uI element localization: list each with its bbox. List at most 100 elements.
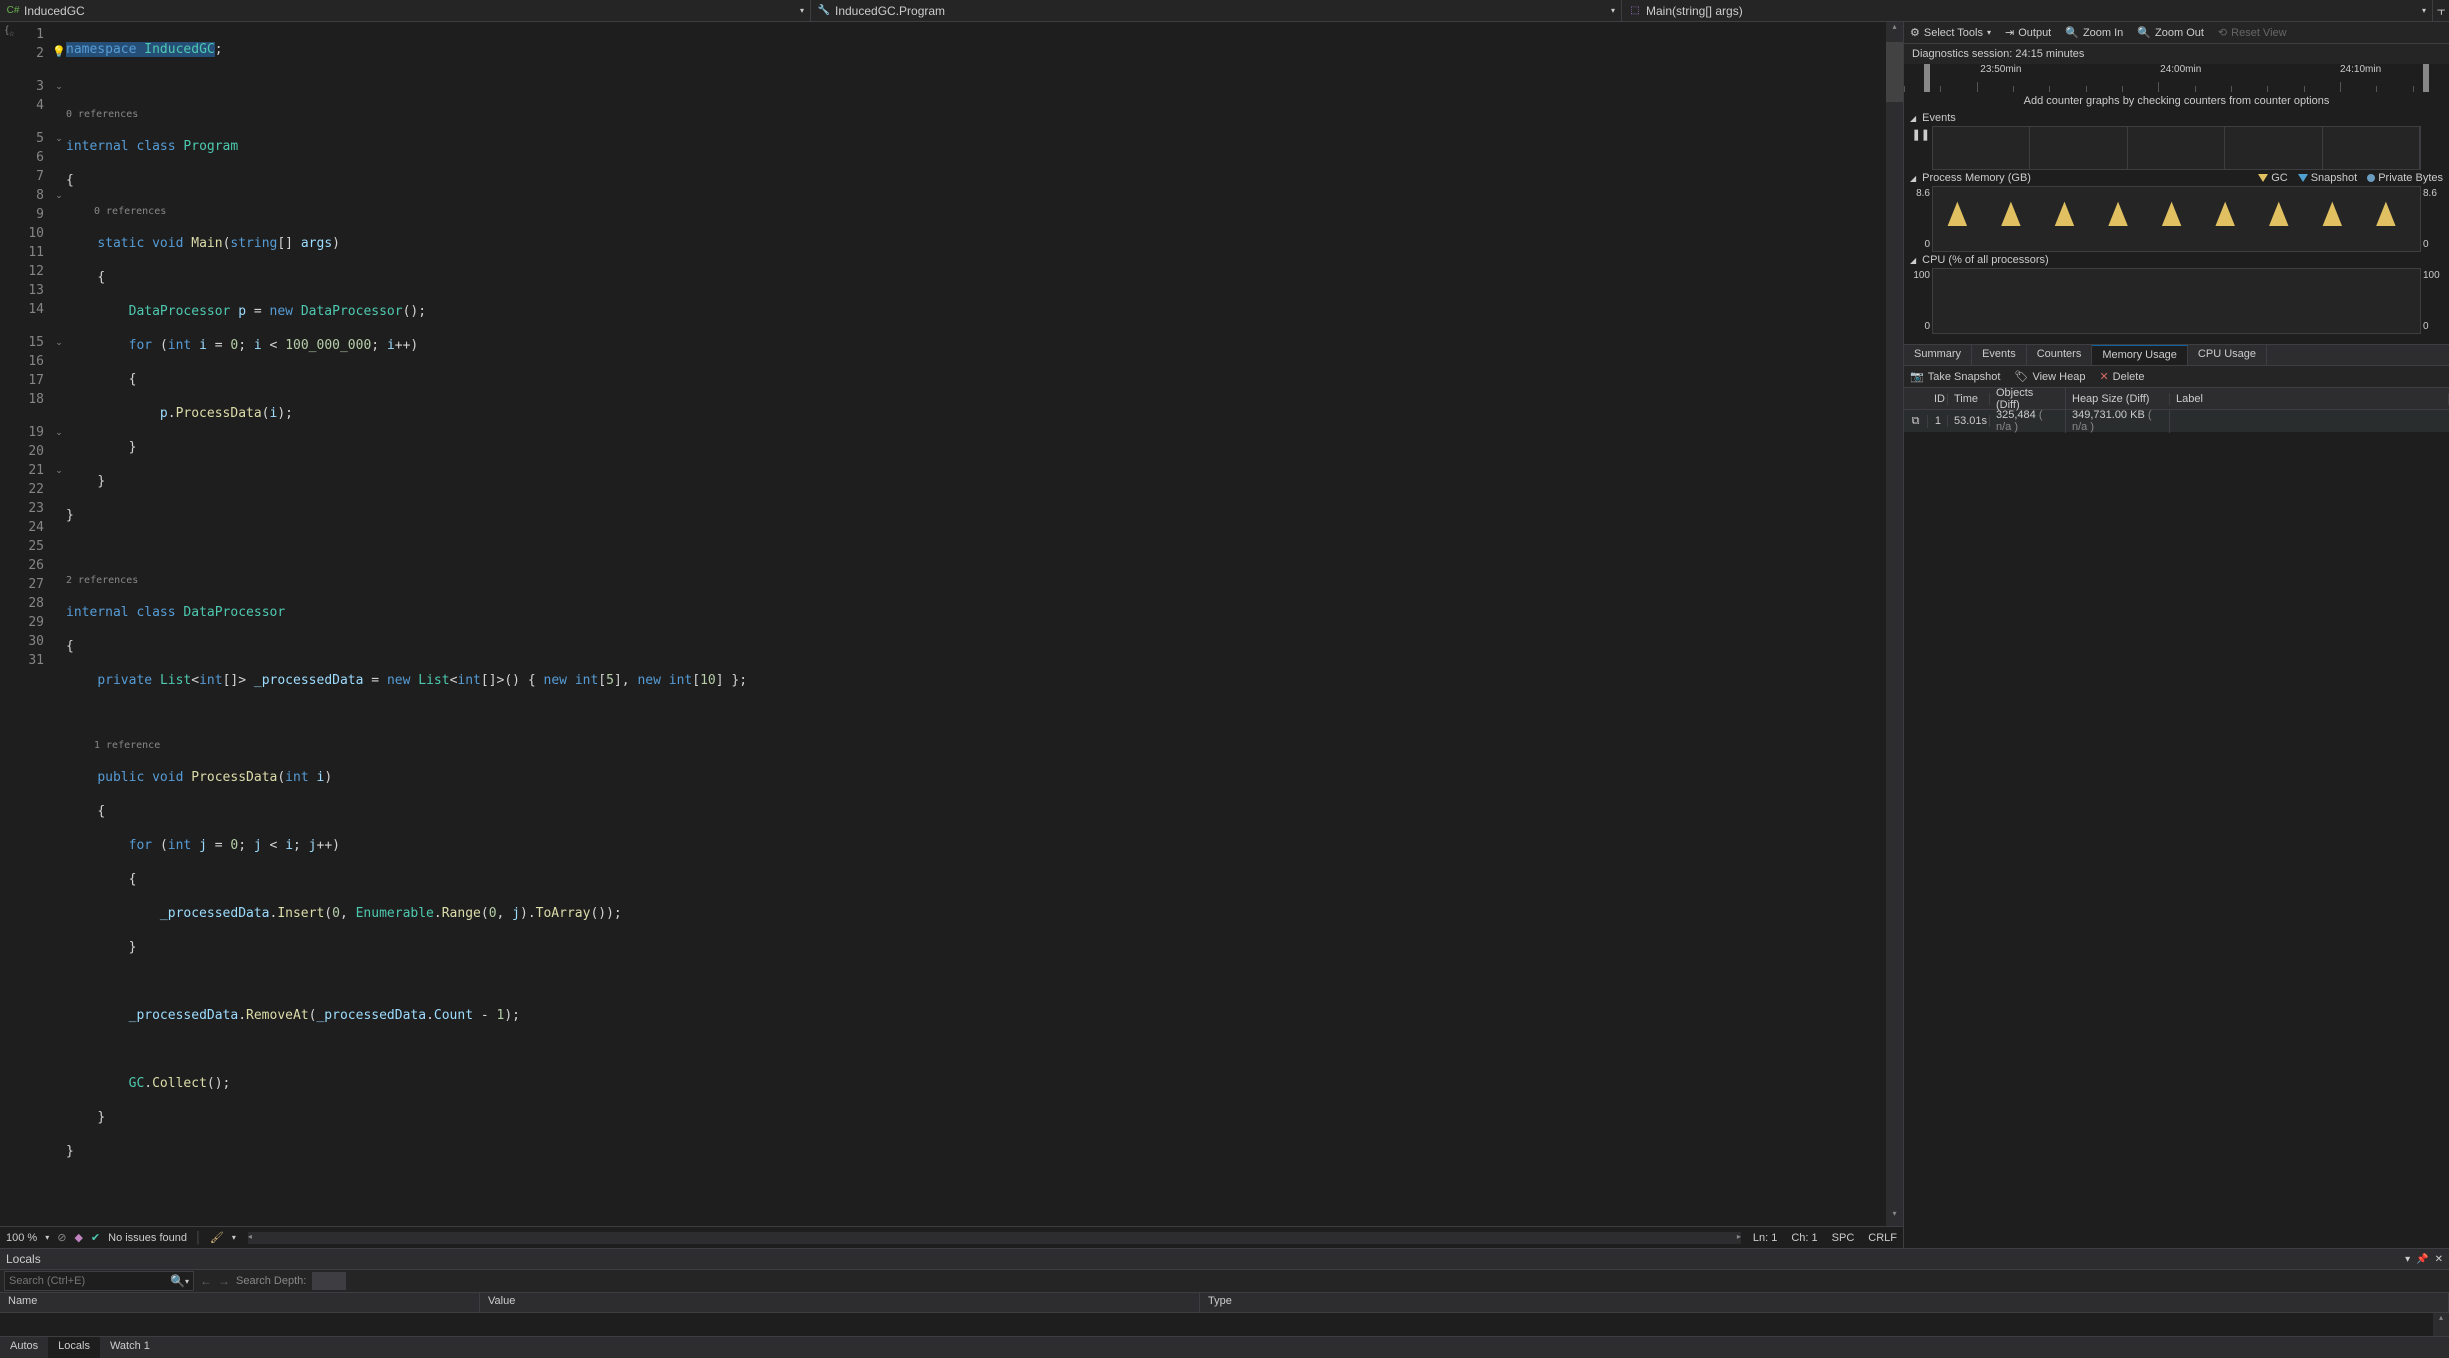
scope-dropdown-method[interactable]: ⬚ Main(string[] args) ▾ — [1622, 0, 2433, 21]
events-graph[interactable] — [1932, 126, 2421, 170]
col-objects[interactable]: Objects (Diff) — [1990, 387, 2066, 411]
locals-title-text: Locals — [6, 1252, 41, 1266]
cpu-ymax: 100 — [1908, 270, 1930, 281]
lightbulb-icon[interactable]: 💡 — [52, 42, 66, 61]
snapshot-heap: 349,731.00 KB ( n/a ) — [2066, 409, 2170, 433]
csharp-file-icon: C# — [6, 4, 20, 18]
scope-dropdown-project[interactable]: C# InducedGC ▾ — [0, 0, 811, 21]
locals-search-bar: 🔍 ▾ ← → Search Depth: — [0, 1269, 2449, 1293]
reset-view-button: ⟲ Reset View — [2218, 26, 2287, 39]
search-field[interactable] — [9, 1275, 170, 1287]
memory-graph[interactable] — [1932, 186, 2421, 252]
delete-icon: ✕ — [2099, 370, 2108, 383]
scope-class-text: InducedGC.Program — [835, 4, 945, 18]
locals-body: ▴ — [0, 1313, 2449, 1336]
snapshot-id: 1 — [1928, 415, 1948, 427]
zoom-level[interactable]: 100 % — [6, 1232, 37, 1244]
editor-nav-bar: C# InducedGC ▾ 🔧 InducedGC.Program ▾ ⬚ M… — [0, 0, 2449, 22]
diagnostics-pane: ⚙ Select Tools ▾ ⇥ Output 🔍 Zoom In 🔍 Zo… — [1904, 22, 2449, 1248]
scope-project-text: InducedGC — [24, 4, 85, 18]
tab-watch1[interactable]: Watch 1 — [100, 1337, 160, 1358]
mem-ymin-r: 0 — [2423, 239, 2445, 250]
namespace-brace-icon: {☆ — [0, 25, 20, 38]
line-ending[interactable]: CRLF — [1868, 1232, 1897, 1244]
close-icon[interactable]: ✕ — [2435, 1254, 2443, 1265]
chevron-down-icon[interactable]: ▾ — [185, 1277, 189, 1286]
pause-icon[interactable]: ❚❚ — [1908, 128, 1930, 141]
zoom-out-button[interactable]: 🔍 Zoom Out — [2137, 26, 2204, 39]
check-icon: ✔ — [91, 1231, 100, 1244]
collapse-icon[interactable]: ◢ — [1910, 256, 1916, 265]
scope-dropdown-class[interactable]: 🔧 InducedGC.Program ▾ — [811, 0, 1622, 21]
indent-mode[interactable]: SPC — [1832, 1232, 1855, 1244]
zoom-in-icon: 🔍 — [2065, 26, 2079, 39]
code-content[interactable]: 💡namespace InducedGC; 0 references inter… — [66, 22, 1886, 1226]
tab-summary[interactable]: Summary — [1904, 345, 1972, 365]
timeline-tick-label: 24:00min — [2160, 64, 2201, 75]
select-tools-button[interactable]: ⚙ Select Tools ▾ — [1910, 26, 1991, 39]
tab-locals[interactable]: Locals — [48, 1337, 100, 1358]
heap-icon: 🏷 — [2014, 370, 2028, 383]
counter-hint-text: Add counter graphs by checking counters … — [1904, 92, 2449, 110]
timeline-tick-label: 23:50min — [1980, 64, 2021, 75]
cursor-line[interactable]: Ln: 1 — [1753, 1232, 1777, 1244]
editor-horizontal-scrollbar[interactable]: ◂ ▸ — [248, 1232, 1741, 1244]
search-depth-label: Search Depth: — [236, 1275, 306, 1287]
locals-panel: Locals ▾ 📌 ✕ 🔍 ▾ ← → Search Depth: Name … — [0, 1248, 2449, 1336]
zoom-in-button[interactable]: 🔍 Zoom In — [2065, 26, 2123, 39]
window-position-icon[interactable]: ▾ — [2405, 1254, 2410, 1265]
mem-ymax-r: 8.6 — [2423, 188, 2445, 199]
delete-button[interactable]: ✕ Delete — [2099, 370, 2144, 383]
timeline-tick-label: 24:10min — [2340, 64, 2381, 75]
col-name[interactable]: Name — [0, 1293, 480, 1312]
pin-icon[interactable]: 📌 — [2416, 1254, 2428, 1265]
codelens-references[interactable]: 0 references — [66, 205, 1886, 219]
diagnostics-tabs: Summary Events Counters Memory Usage CPU… — [1904, 344, 2449, 366]
col-id[interactable]: ID — [1928, 393, 1948, 405]
collapse-icon[interactable]: ◢ — [1910, 114, 1916, 123]
col-value[interactable]: Value — [480, 1293, 1200, 1312]
output-button[interactable]: ⇥ Output — [2005, 26, 2051, 39]
code-editor-pane: {☆ 1 2 3 4 5 6 7 8 9 10 11 12 13 14 15 — [0, 22, 1904, 1248]
search-icon[interactable]: 🔍 — [170, 1274, 185, 1288]
codelens-references[interactable]: 1 reference — [66, 739, 1886, 753]
col-label[interactable]: Label — [2170, 393, 2449, 405]
codelens-references[interactable]: 0 references — [66, 108, 1886, 122]
collapse-icon[interactable]: ◢ — [1910, 174, 1916, 183]
snapshot-row[interactable]: ⧉ 1 53.01s 325,484 ( n/a ) 349,731.00 KB… — [1904, 410, 2449, 432]
legend-snapshot: Snapshot — [2298, 172, 2357, 184]
zoom-dropdown-icon[interactable]: ▾ — [45, 1233, 49, 1242]
editor-vertical-scrollbar[interactable]: ▴ ▾ — [1886, 22, 1903, 1226]
cursor-char[interactable]: Ch: 1 — [1791, 1232, 1817, 1244]
health-indicator-icon[interactable]: ◆ — [74, 1231, 82, 1244]
col-time[interactable]: Time — [1948, 393, 1990, 405]
cpu-ymin: 0 — [1908, 321, 1930, 332]
code-editor[interactable]: {☆ 1 2 3 4 5 6 7 8 9 10 11 12 13 14 15 — [0, 22, 1903, 1226]
locals-scrollbar[interactable]: ▴ — [2433, 1313, 2449, 1336]
cleanup-icon[interactable]: 🖌 — [210, 1231, 224, 1244]
search-depth-combo[interactable] — [312, 1272, 346, 1290]
locals-search-input[interactable]: 🔍 ▾ — [4, 1271, 194, 1291]
split-editor-button[interactable]: ⫟ — [2433, 2, 2449, 19]
diagnostics-timeline[interactable]: 23:50min 24:00min 24:10min — [1904, 64, 2449, 92]
cpu-ymin-r: 0 — [2423, 321, 2445, 332]
tab-memory-usage[interactable]: Memory Usage — [2092, 345, 2188, 365]
view-heap-button[interactable]: 🏷 View Heap — [2014, 370, 2085, 383]
issues-text[interactable]: No issues found — [108, 1232, 187, 1244]
fold-column[interactable]: ⌄ ⌄ ⌄ ⌄ ⌄ ⌄ — [52, 22, 66, 1226]
tab-autos[interactable]: Autos — [0, 1337, 48, 1358]
codelens-references[interactable]: 2 references — [66, 574, 1886, 588]
class-icon: 🔧 — [817, 4, 831, 18]
col-type[interactable]: Type — [1200, 1293, 2449, 1312]
bottom-tool-tabs: Autos Locals Watch 1 — [0, 1336, 2449, 1358]
take-snapshot-button[interactable]: 📷 Take Snapshot — [1910, 370, 2000, 383]
memory-graph-section: ◢ Process Memory (GB) GC Snapshot Privat… — [1904, 170, 2449, 252]
cpu-graph[interactable] — [1932, 268, 2421, 334]
tab-events[interactable]: Events — [1972, 345, 2027, 365]
col-heap[interactable]: Heap Size (Diff) — [2066, 393, 2170, 405]
tab-cpu-usage[interactable]: CPU Usage — [2188, 345, 2267, 365]
error-indicator-icon[interactable]: ⊘ — [57, 1231, 66, 1244]
locals-title-bar: Locals ▾ 📌 ✕ — [0, 1249, 2449, 1269]
tab-counters[interactable]: Counters — [2027, 345, 2093, 365]
legend-private-bytes: Private Bytes — [2367, 172, 2443, 184]
